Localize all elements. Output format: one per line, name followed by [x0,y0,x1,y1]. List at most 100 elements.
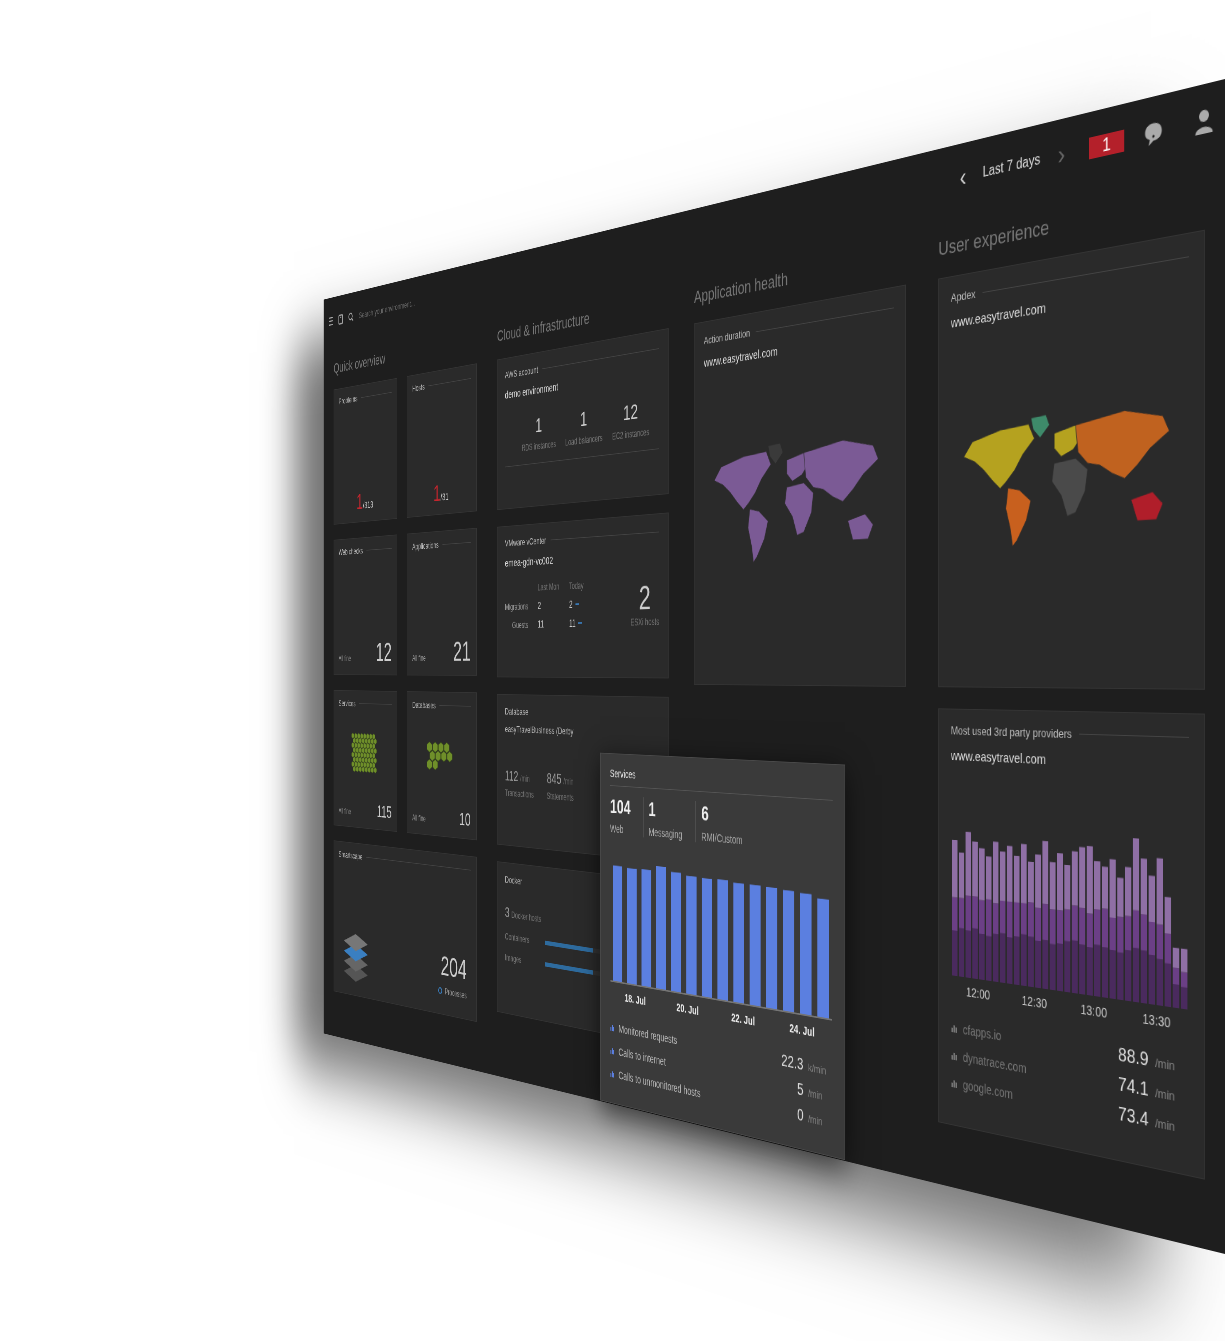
chart-bar [1102,947,1108,998]
aws-stats: 1 RDS instances1 Load balancers12 EC2 in… [505,396,659,467]
book-icon[interactable] [338,313,344,326]
chart-bar [966,831,971,895]
legend-unit: /min [1155,1115,1189,1136]
chart-bar [966,895,971,931]
count-value: 1 [649,798,683,824]
dashboard-screen: ☰ ‹ Last 7 days › 1 Quick overview Probl… [324,79,1225,1254]
legend-row: dynatrace.com 74.1 /min [951,1043,1189,1108]
today-value: 2 [569,598,583,610]
bar-fill [545,962,593,975]
chart-bar [952,839,957,897]
tile-title: Smartscape [339,849,471,875]
service-count: 1 Messaging [643,797,695,842]
search-input[interactable] [358,287,455,320]
chart-bar [750,884,761,1006]
chart-bar [613,865,622,982]
bar-fill [545,940,593,952]
action-duration-card[interactable]: Action duration www.easytravel.com [694,284,906,686]
chart-bar [972,928,977,979]
chart-bar [1079,944,1085,994]
overview-tile[interactable]: Problems 1/313 [334,378,398,525]
chart-bar [656,866,666,990]
chart-bar [1133,910,1139,948]
chart-bar [1149,954,1155,1004]
search-icon[interactable] [348,311,354,324]
chart-bar [986,899,992,936]
world-map[interactable] [704,365,894,628]
chart-bar [952,897,957,931]
card-stack: Apdex www.easytravel.com Most used 3rd p… [938,229,1205,1179]
chart-bar [1165,896,1171,933]
chart-bar [1157,858,1163,925]
chart-bar [1050,943,1056,990]
overview-tile[interactable]: Databases All fine 10 [407,691,477,840]
card-subtitle: easyTravelBusiness (Derby [505,723,659,740]
chart-bar [1094,944,1100,996]
tick-label: 12:30 [1022,992,1047,1011]
chart-bar [1110,859,1116,918]
overview-tile[interactable]: Hosts 1/31 [407,363,477,518]
chart-bar [1094,861,1100,910]
card-subtitle: emea-gdn-vc002 [505,547,659,569]
chart-bar [717,879,728,1001]
column-header: Today [569,580,583,591]
chart-bar [1149,921,1155,955]
services-popup[interactable]: Services 104 Web1 Messaging6 RMI/Custom … [600,753,845,1161]
smartscape-body: 204 Processes [339,923,471,1011]
service-count: 104 Web [610,795,643,838]
legend-unit: /min [1155,1085,1189,1106]
overview-tile[interactable]: Smartscape 204 Processes [334,840,477,1022]
count-label: RMI/Custom [701,830,742,846]
aws-card[interactable]: AWS account demo environment 1 RDS insta… [497,328,669,510]
tile-footer: All fine 115 [339,798,392,823]
aws-stat: 1 Load balancers [565,404,602,447]
legend-unit: /min [808,1087,833,1105]
tile-grid: Problems 1/313Hosts 1/31Web checks All f… [334,363,477,1022]
stat-unit: /min [520,773,530,784]
world-map[interactable] [951,322,1189,622]
previous-timeframe-button[interactable]: ‹ [956,160,971,194]
card-subtitle: www.easytravel.com [951,276,1189,330]
overview-tile[interactable]: Services All fine 115 [334,690,398,832]
service-count: 6 RMI/Custom [696,801,757,848]
row-label: Guests [505,620,528,630]
chat-icon[interactable] [1142,116,1166,151]
apdex-card[interactable]: Apdex www.easytravel.com [938,229,1205,689]
chart-bar [1149,875,1155,922]
stacked-bar-chart [951,815,1189,1011]
timeframe-selector[interactable]: Last 7 days [979,150,1045,182]
chart-bar [1181,987,1188,1010]
third-party-card[interactable]: Most used 3rd party providers www.easytr… [938,708,1205,1179]
hosts-label: ESXi hosts [631,616,660,627]
problems-badge[interactable]: 1 [1089,129,1124,159]
vmware-card[interactable]: VMware vCenter emea-gdn-vc002 Last MonTo… [497,512,669,678]
legend-unit: k/min [808,1061,833,1078]
tick-label: 13:00 [1081,1001,1108,1020]
chart-bar [627,868,637,985]
status-label: All fine [339,654,351,663]
chart-bar [1117,916,1123,952]
legend-unit: /min [808,1112,833,1130]
chart-bar [1087,846,1093,914]
stat-label: EC2 instances [612,426,649,441]
tick-label: 24. Jul [789,1021,814,1039]
hosts-label: Docker hosts [511,910,541,924]
count-label: Web [610,822,631,836]
overview-tile[interactable]: Web checks All fine 12 [334,534,398,675]
chart-bar [1050,862,1056,910]
legend-value: 0 [797,1105,803,1125]
overview-tile[interactable]: Applications All fine 21 [407,528,477,676]
chart-bar [986,856,992,899]
user-icon[interactable] [1192,104,1217,139]
menu-button[interactable]: ☰ [328,314,333,329]
chart-bar [1042,840,1048,903]
chart-bar [1141,914,1147,951]
count-value: 21 [453,636,471,667]
tile-title: Problems [339,387,392,406]
tile-title: Services [339,698,392,709]
chart-bar [1125,950,1131,1001]
stat-unit: /min [563,776,573,787]
chart-bar [766,887,777,1010]
next-timeframe-button[interactable]: › [1053,137,1069,172]
legend-value: 5 [797,1079,803,1099]
